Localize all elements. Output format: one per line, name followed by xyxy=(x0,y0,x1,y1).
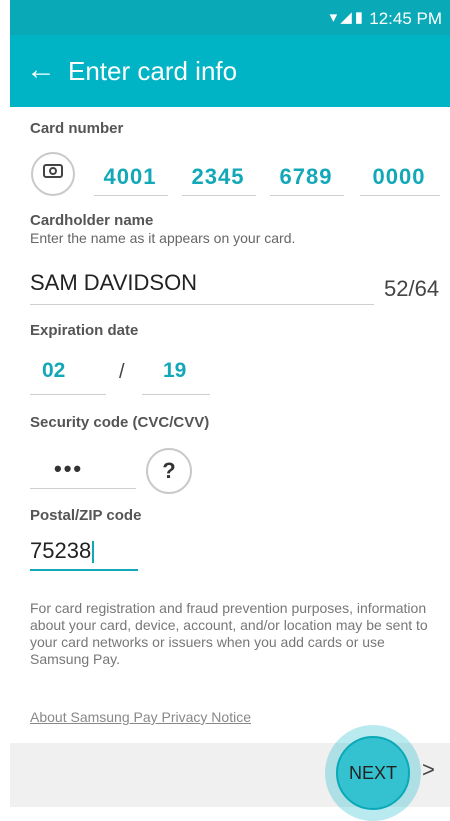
status-icons: ▾◢▮ xyxy=(330,8,366,26)
card-number-group-4[interactable]: 0000 xyxy=(360,164,438,190)
expiration-month-underline xyxy=(30,394,106,395)
card-number-group-2[interactable]: 2345 xyxy=(182,164,254,190)
card-number-group-3[interactable]: 6789 xyxy=(270,164,342,190)
postal-code-value: 75238 xyxy=(30,538,92,563)
security-code-field[interactable]: ••• xyxy=(54,456,83,482)
character-counter: 52/64 xyxy=(384,276,440,301)
security-code-underline xyxy=(30,488,136,489)
cardholder-underline xyxy=(30,304,374,305)
card-number-label: Card number xyxy=(30,120,124,137)
cardholder-label: Cardholder name xyxy=(30,212,154,229)
expiration-year-underline xyxy=(142,394,210,395)
expiration-year-field[interactable]: 19 xyxy=(163,359,186,383)
postal-code-underline xyxy=(30,569,138,571)
postal-code-field[interactable]: 75238 xyxy=(30,538,95,564)
signal-icon: ◢ xyxy=(340,9,355,26)
text-cursor xyxy=(92,541,95,564)
back-arrow-icon[interactable]: ← xyxy=(26,53,56,87)
chevron-right-icon: > xyxy=(422,757,435,782)
cardholder-name-field[interactable]: SAM DAVIDSON xyxy=(30,270,197,296)
next-button[interactable]: NEXT xyxy=(336,736,410,810)
battery-icon: ▮ xyxy=(354,9,366,26)
expiration-month-field[interactable]: 02 xyxy=(42,359,65,383)
cardholder-hint: Enter the name as it appears on your car… xyxy=(30,230,296,246)
status-time: 12:45 PM xyxy=(369,9,442,28)
expiration-separator: / xyxy=(119,361,125,383)
postal-code-label: Postal/ZIP code xyxy=(30,507,142,524)
page-title: Enter card info xyxy=(68,56,238,86)
wifi-icon: ▾ xyxy=(329,9,341,26)
card-number-group-2-underline xyxy=(182,195,256,196)
card-number-group-1-underline xyxy=(94,195,168,196)
card-number-group-1[interactable]: 4001 xyxy=(94,164,166,190)
expiration-label: Expiration date xyxy=(30,322,139,339)
card-number-group-3-underline xyxy=(270,195,344,196)
privacy-notice-link[interactable]: About Samsung Pay Privacy Notice xyxy=(30,709,251,725)
card-number-group-4-underline xyxy=(360,195,440,196)
camera-lens-icon xyxy=(49,167,57,175)
privacy-disclaimer: For card registration and fraud preventi… xyxy=(30,600,428,667)
help-button[interactable]: ? xyxy=(146,448,192,494)
security-code-label: Security code (CVC/CVV) xyxy=(30,414,210,431)
